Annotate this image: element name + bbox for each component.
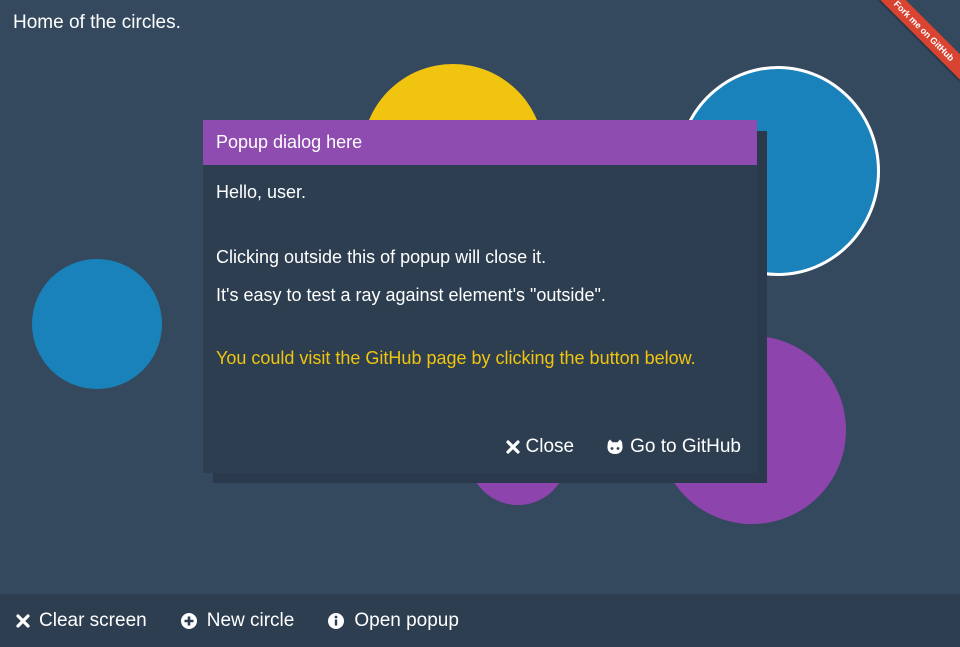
close-icon [505,440,520,454]
open-popup-button[interactable]: Open popup [327,610,459,632]
popup-greeting: Hello, user. [216,182,307,202]
plus-circle-icon [180,612,198,630]
go-to-github-button[interactable]: Go to GitHub [606,436,741,458]
close-button[interactable]: Close [505,436,575,458]
popup-body: Hello, user. Clicking outside this of po… [203,165,757,369]
github-icon [606,439,624,455]
bottom-toolbar: Clear screen New circle Open popup [0,594,960,647]
popup-header: Popup dialog here [203,120,757,165]
info-circle-icon [327,612,345,630]
clear-screen-button[interactable]: Clear screen [16,610,147,632]
popup-highlight-text: You could visit the GitHub page by click… [216,348,696,368]
new-circle-button[interactable]: New circle [180,609,295,632]
popup-dialog: Popup dialog here Hello, user. Clicking … [203,120,757,473]
popup-text-line1: Clicking outside this of popup will clos… [216,247,547,267]
circle-blue[interactable] [32,259,162,389]
close-icon [16,613,30,628]
go-to-github-label: Go to GitHub [630,436,741,457]
github-ribbon-container: Fork me on GitHub [850,0,960,110]
popup-actions: Close Go to GitHub [505,436,741,458]
close-button-label: Close [525,436,575,457]
clear-screen-label: Clear screen [39,609,147,631]
open-popup-label: Open popup [354,609,459,631]
new-circle-label: New circle [206,609,295,631]
page-title: Home of the circles. [13,12,181,33]
popup-text-line2: It's easy to test a ray against element'… [216,285,606,305]
fork-me-ribbon[interactable]: Fork me on GitHub [861,0,960,94]
